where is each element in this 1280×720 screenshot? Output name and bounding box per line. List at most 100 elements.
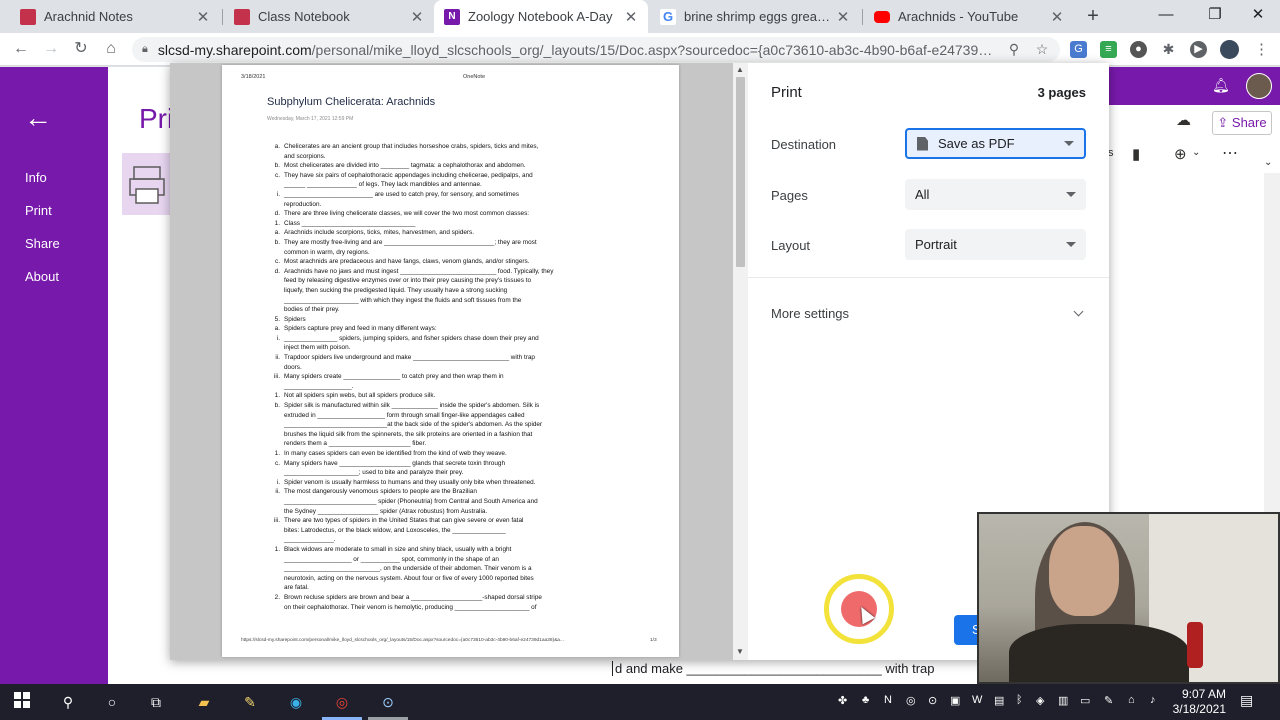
note-line: c. They have six pairs of cephalothoracic… xyxy=(272,171,567,181)
tray-app-icon[interactable]: ◈ xyxy=(1036,694,1044,707)
list-marker: iii. xyxy=(273,517,280,525)
language-icon[interactable]: ⊕ xyxy=(1174,145,1187,163)
tray-app-icon[interactable]: ⊙ xyxy=(928,694,937,707)
close-icon[interactable]: ✕ xyxy=(1050,8,1064,26)
minimize-icon[interactable]: — xyxy=(1156,5,1176,25)
note-text: doors. xyxy=(284,363,302,371)
nav-about[interactable]: About xyxy=(25,269,59,284)
scrollbar-thumb[interactable] xyxy=(736,77,745,267)
bookmark-star-icon[interactable]: ☆ xyxy=(1034,41,1050,58)
task-view-icon[interactable]: ⧉ xyxy=(146,692,166,712)
forward-arrow-icon[interactable]: → xyxy=(40,38,62,60)
reload-icon[interactable]: ↻ xyxy=(70,38,92,60)
forms-extension-icon[interactable]: ≡ xyxy=(1100,41,1117,58)
new-tab-button[interactable]: + xyxy=(1082,5,1104,27)
recorder-icon[interactable]: ⊙ xyxy=(378,692,398,712)
search-icon[interactable]: ⚲ xyxy=(58,692,78,712)
close-icon[interactable]: ✕ xyxy=(836,8,850,26)
tray-onenote-icon[interactable]: N xyxy=(884,694,892,706)
share-button[interactable]: ⇪ Share xyxy=(1212,111,1272,135)
pages-select[interactable]: All xyxy=(905,179,1086,210)
profile-avatar[interactable] xyxy=(1220,40,1239,59)
nav-info[interactable]: Info xyxy=(25,170,47,185)
tray-app-icon[interactable]: ♣ xyxy=(862,694,869,706)
extension-icon[interactable]: ● xyxy=(1130,41,1147,58)
volume-icon[interactable]: ♪ xyxy=(1150,694,1156,706)
sync-cloud-icon[interactable]: ☁ xyxy=(1176,111,1191,129)
note-text: on their cephalothorax. Their venom is h… xyxy=(284,603,537,611)
browser-tab-active[interactable]: N Zoology Notebook A-Day ✕ xyxy=(434,0,648,33)
note-text: Arachnids include scorpions, ticks, mite… xyxy=(284,229,475,237)
sharepoint-doc-icon xyxy=(234,8,250,25)
battery-icon[interactable]: ▭ xyxy=(1080,694,1090,707)
preview-scrollbar[interactable]: ▲ ▼ xyxy=(733,63,748,660)
browser-tab[interactable]: G brine shrimp eggs great salt la ✕ xyxy=(650,0,860,33)
more-vert-icon[interactable]: ⋮ xyxy=(1253,41,1270,58)
destination-value: Save as PDF xyxy=(938,136,1015,151)
note-line: feed by releasing digestive enzymes over… xyxy=(272,276,567,286)
translate-extension-icon[interactable]: G xyxy=(1070,41,1087,58)
share-icon: ⇪ xyxy=(1217,115,1232,130)
browser-tab[interactable]: Arachnid Notes ✕ xyxy=(10,0,220,33)
note-text: Brown recluse spiders are brown and bear… xyxy=(284,593,542,601)
back-arrow-icon[interactable]: ← xyxy=(24,103,52,133)
network-icon[interactable]: ⌂ xyxy=(1128,694,1135,706)
tray-app-icon[interactable]: ✤ xyxy=(838,694,847,707)
immersive-reader-icon[interactable]: ▮ xyxy=(1132,145,1140,163)
layout-label: Layout xyxy=(771,238,811,253)
media-icon[interactable]: ▶ xyxy=(1190,41,1207,58)
sharepoint-doc-icon xyxy=(20,8,36,25)
tray-app-icon[interactable]: ▤ xyxy=(994,694,1004,707)
window-close-icon[interactable]: ✕ xyxy=(1248,5,1268,25)
tray-app-icon[interactable]: ▥ xyxy=(1058,694,1068,707)
tray-app-icon[interactable]: ◎ xyxy=(906,694,916,707)
bell-icon[interactable]: 🔔︎ xyxy=(1212,77,1230,94)
more-options-icon[interactable]: ⋯ xyxy=(1222,143,1238,163)
user-avatar[interactable] xyxy=(1246,73,1272,99)
edge-icon[interactable]: ◉ xyxy=(286,692,306,712)
close-icon[interactable]: ✕ xyxy=(410,8,424,26)
address-bar[interactable]: 🔒︎ slcsd-my.sharepoint.com/personal/mike… xyxy=(132,37,1060,62)
tray-word-icon[interactable]: W xyxy=(972,694,982,706)
layout-select[interactable]: Portrait xyxy=(905,229,1086,260)
notifications-icon[interactable]: ▤ xyxy=(1240,692,1253,709)
file-explorer-icon[interactable]: ▰ xyxy=(194,692,214,712)
taskbar-clock[interactable]: 9:07 AM 3/18/2021 xyxy=(1168,687,1226,717)
notes-app-icon[interactable]: ✎ xyxy=(240,692,260,712)
browser-toolbar: ← → ↻ ⌂ 🔒︎ slcsd-my.sharepoint.com/perso… xyxy=(0,33,1280,66)
nav-print[interactable]: Print xyxy=(25,203,52,218)
ribbon-collapse-icon[interactable]: ⌄ xyxy=(1264,157,1272,168)
more-settings-toggle[interactable]: More settings xyxy=(771,306,1086,321)
zoom-icon[interactable]: ⚲ xyxy=(1006,41,1022,58)
webcam-overlay xyxy=(977,512,1280,684)
file-nav-rail: ← Info Print Share About xyxy=(0,67,108,684)
close-icon[interactable]: ✕ xyxy=(624,8,638,26)
page-text: d and make ___________________________ w… xyxy=(612,661,935,676)
close-icon[interactable]: ✕ xyxy=(196,8,210,26)
scroll-down-icon[interactable]: ▼ xyxy=(736,647,744,656)
windows-start-icon[interactable] xyxy=(12,692,32,712)
chevron-down-icon[interactable]: ⌄ xyxy=(1192,147,1200,158)
note-text: extruded in ___________________ form thr… xyxy=(284,411,525,419)
cortana-icon[interactable]: ○ xyxy=(102,692,122,712)
browser-tab[interactable]: Arachnids - YouTube ✕ xyxy=(864,0,1074,33)
note-text: liquefy, then sucking the predigested li… xyxy=(284,286,508,294)
back-arrow-icon[interactable]: ← xyxy=(10,38,32,60)
list-marker: 1. xyxy=(274,545,280,553)
restore-icon[interactable]: ❐ xyxy=(1205,5,1225,25)
scroll-up-icon[interactable]: ▲ xyxy=(736,65,744,74)
note-line: brushes the liquid silk from the spinner… xyxy=(272,430,567,440)
nav-share[interactable]: Share xyxy=(25,236,60,251)
tray-monitor-icon[interactable]: ▣ xyxy=(950,694,960,707)
home-icon[interactable]: ⌂ xyxy=(100,38,122,60)
puzzle-extensions-icon[interactable]: ✱ xyxy=(1160,41,1177,58)
destination-select[interactable]: Save as PDF xyxy=(905,128,1086,159)
note-line: __________________________ spider (Phone… xyxy=(272,497,567,507)
youtube-icon xyxy=(874,10,890,23)
bluetooth-icon[interactable]: ᛒ xyxy=(1016,694,1023,706)
pages-label: Pages xyxy=(771,188,808,203)
chrome-icon[interactable]: ◎ xyxy=(332,692,352,712)
note-line: 1. Class ________________________________ xyxy=(272,219,567,229)
ime-icon[interactable]: ✎ xyxy=(1104,694,1113,707)
browser-tab[interactable]: Class Notebook ✕ xyxy=(224,0,434,33)
